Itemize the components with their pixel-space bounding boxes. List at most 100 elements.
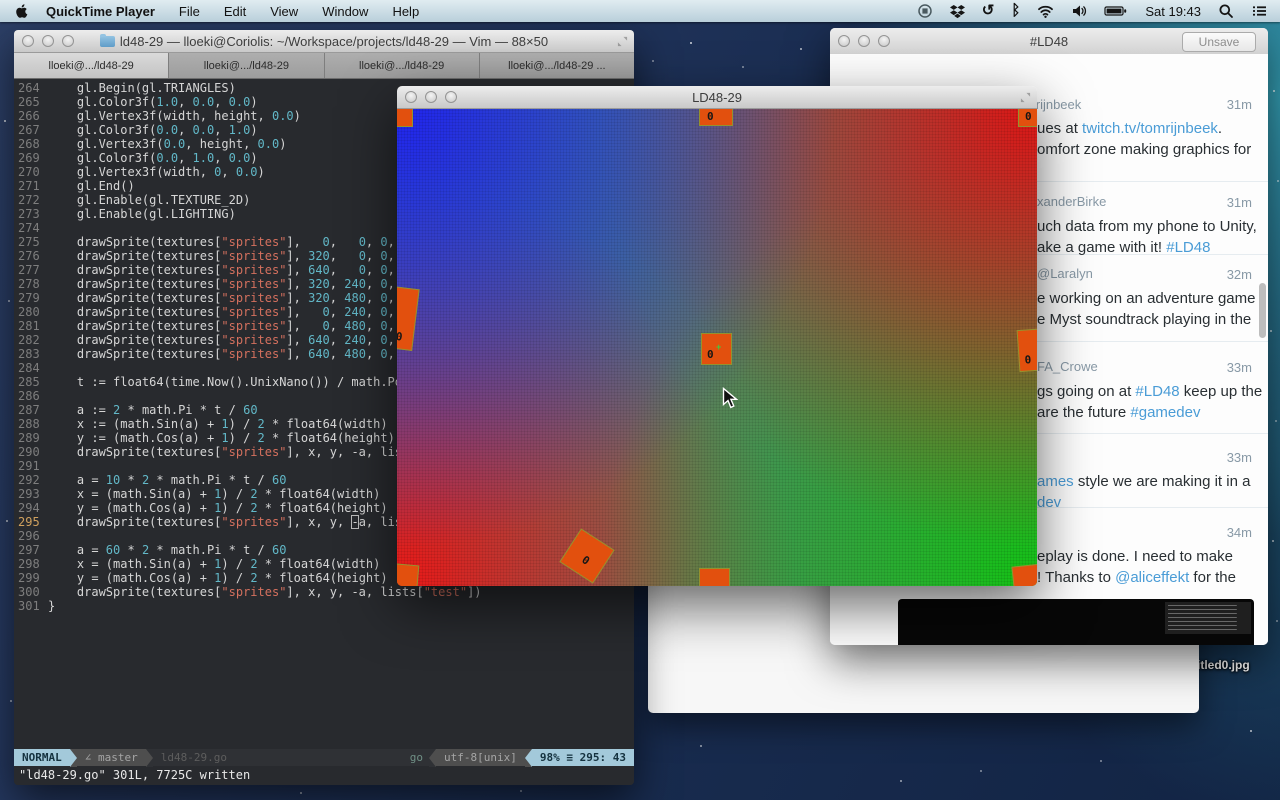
zoom-button[interactable] [878,35,890,47]
tweet-text: omfort zone making graphics for [1037,141,1251,158]
game-sprite: 0 [397,285,420,351]
volume-icon[interactable] [1071,3,1087,19]
menu-bar-right: ↺ ᛒ Sat 19:43 [917,3,1280,19]
twitter-traffic-lights [830,35,890,47]
tweet-text-line: gs going on at #LD48 keep up the [1037,383,1262,400]
scrollbar-thumb[interactable] [1259,283,1266,338]
tweet-author-handle[interactable]: xanderBirke [1037,194,1106,209]
terminal-tab[interactable]: lloeki@.../ld48-29 [14,53,169,78]
menu-file[interactable]: File [167,4,212,19]
record-stop-icon[interactable] [917,3,933,19]
wifi-icon[interactable] [1037,4,1054,18]
close-button[interactable] [838,35,850,47]
app-menu-title[interactable]: QuickTime Player [34,4,167,19]
tweet-text: style we are making it in a [1074,473,1251,490]
tweet-text: ! Thanks to [1037,569,1115,586]
tweet-link[interactable]: twitch.tv/tomrijnbeek [1082,120,1218,137]
code-line: 300 drawSprite(textures["sprites"], x, y… [14,585,634,599]
tweet-text-line: ames style we are making it in a [1037,473,1250,490]
tweet-text-line: omfort zone making graphics for [1037,141,1251,158]
terminal-traffic-lights [14,35,74,47]
tweet-author-handle[interactable]: FA_Crowe [1037,359,1098,374]
game-sprite: 0 [559,528,614,583]
game-sprite [699,568,730,586]
statusline-position: 98% ≡ 295: 43 [532,749,634,766]
vim-mode-indicator: NORMAL [14,749,70,766]
tweet-timestamp: 34m [1227,525,1252,540]
tweet-text-line: e working on an adventure game [1037,290,1255,307]
tweet-text: eplay is done. I need to make [1037,548,1233,565]
twitter-title-text: #LD48 [1030,34,1068,49]
tweet-image-detail [1165,602,1251,634]
tweet-link[interactable]: ames [1037,473,1074,490]
minimize-button[interactable] [42,35,54,47]
game-titlebar[interactable]: LD48-29 [397,86,1037,109]
tweet-link[interactable]: @aliceffekt [1115,569,1189,586]
tweet-timestamp: 33m [1227,450,1252,465]
tweet-link[interactable]: #gamedev [1130,404,1200,421]
menu-view[interactable]: View [258,4,310,19]
terminal-titlebar[interactable]: ld48-29 — lloeki@Coriolis: ~/Workspace/p… [14,30,634,53]
dropbox-icon[interactable] [950,4,965,19]
tweet-timestamp: 33m [1227,360,1252,375]
twitter-titlebar[interactable]: #LD48 Unsave [830,28,1268,55]
menu-window[interactable]: Window [310,4,380,19]
game-canvas[interactable]: 0000+00 [397,109,1037,586]
zoom-button[interactable] [445,91,457,103]
tweet-link[interactable]: dev [1037,494,1061,511]
tweet-author-handle[interactable]: @Laralyn [1037,266,1093,281]
battery-icon[interactable] [1104,3,1128,19]
game-sprite: 0 [699,109,733,126]
tweet-text-line: e Myst soundtrack playing in the [1037,311,1251,328]
game-sprite [397,109,413,127]
menu-help[interactable]: Help [380,4,431,19]
tweet-text-line: eplay is done. I need to make [1037,548,1233,565]
desktop-file-label[interactable]: itled0.jpg [1197,658,1250,672]
tweet-text: e Myst soundtrack playing in the [1037,311,1251,328]
tweet-text-line: uch data from my phone to Unity, [1037,218,1257,235]
bluetooth-icon[interactable]: ᛒ [1011,3,1020,19]
unsave-button[interactable]: Unsave [1182,32,1256,52]
close-button[interactable] [22,35,34,47]
notification-center-icon[interactable] [1251,3,1268,19]
git-branch-label: ∠ master [77,749,146,766]
mouse-cursor [722,387,738,410]
game-title-text: LD48-29 [692,90,742,105]
spotlight-icon[interactable] [1218,3,1234,19]
tweet-text-line: dev [1037,494,1061,511]
terminal-title-text: ld48-29 — lloeki@Coriolis: ~/Workspace/p… [120,34,548,49]
terminal-tab[interactable]: lloeki@.../ld48-29 [169,53,324,78]
menu-edit[interactable]: Edit [212,4,258,19]
terminal-tab[interactable]: lloeki@.../ld48-29 ... [480,53,634,78]
terminal-tab[interactable]: lloeki@.../ld48-29 [325,53,480,78]
tweet-text: ues at [1037,120,1082,137]
tweet-link[interactable]: #LD48 [1166,239,1210,256]
minimize-button[interactable] [425,91,437,103]
sprite-label: 0 [580,554,592,567]
game-sprite: 0+ [701,333,732,365]
game-window: LD48-29 0000+00 [397,86,1037,586]
terminal-title: ld48-29 — lloeki@Coriolis: ~/Workspace/p… [14,34,634,49]
resize-icon[interactable] [617,36,628,47]
resize-icon[interactable] [1020,92,1031,103]
tweet-link[interactable]: #LD48 [1135,383,1179,400]
tweet-text-line: ake a game with it! #LD48 [1037,239,1210,256]
game-sprite [397,563,419,586]
tweet-text: are the future [1037,404,1130,421]
tweet-embedded-image[interactable] [898,599,1254,645]
game-sprite [1011,563,1037,586]
time-machine-icon[interactable]: ↺ [982,3,995,19]
sprite-label: 0 [1024,354,1031,365]
tweet-text: keep up the [1180,383,1263,400]
apple-menu[interactable] [14,3,28,19]
menu-bar-left: QuickTime Player File Edit View Window H… [0,3,431,19]
menu-bar-clock[interactable]: Sat 19:43 [1145,4,1201,19]
tweet-timestamp: 31m [1227,97,1252,112]
minimize-button[interactable] [858,35,870,47]
tweet-text: ake a game with it! [1037,239,1166,256]
game-sprite: 0 [1017,328,1037,372]
screen: itled0.jpg ld48-29 — lloeki@Coriolis: ~/… [0,0,1280,800]
zoom-button[interactable] [62,35,74,47]
close-button[interactable] [405,91,417,103]
tweet-text: gs going on at [1037,383,1135,400]
